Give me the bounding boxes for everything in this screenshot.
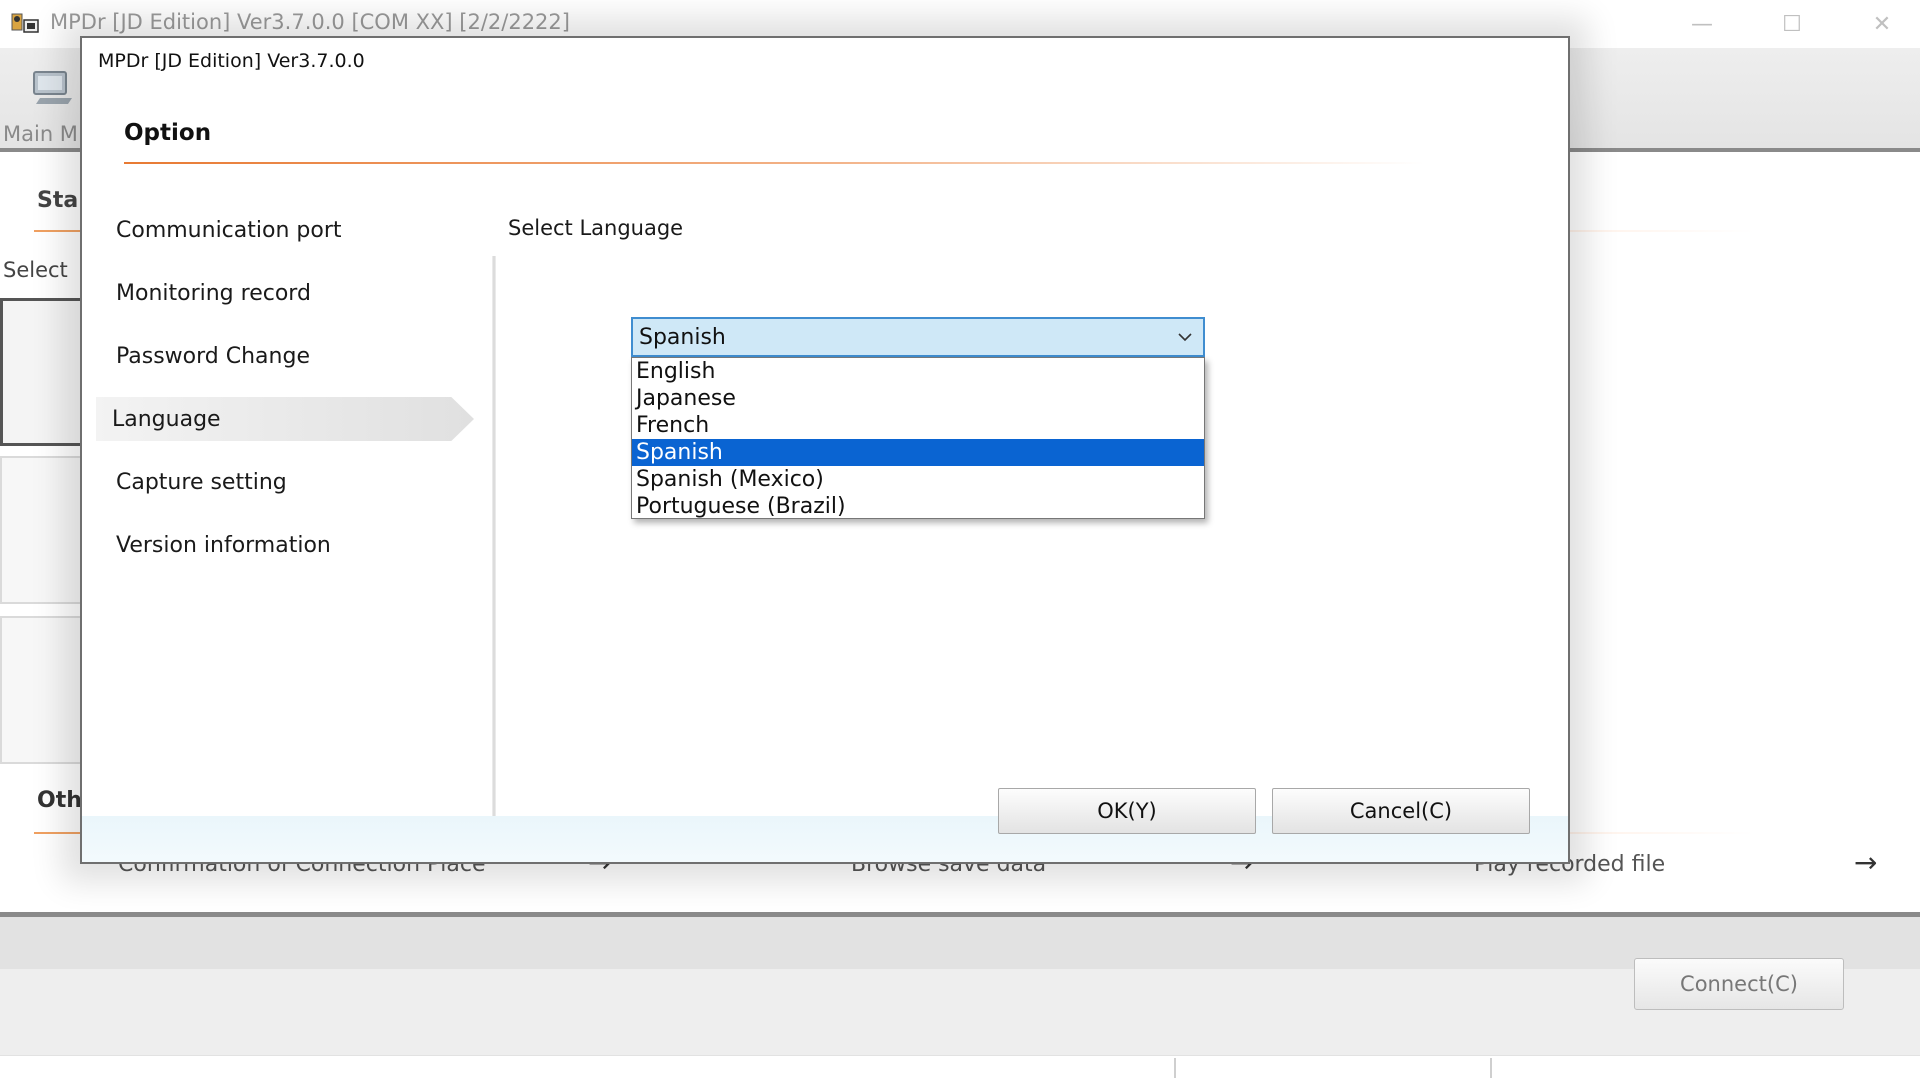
menu-item-communication-port[interactable]: Communication port [116, 208, 446, 252]
select-instruction: Select [3, 258, 68, 282]
minimize-button[interactable]: — [1672, 6, 1732, 42]
ribbon-main-menu-label[interactable]: Main M [3, 122, 78, 146]
cancel-button[interactable]: Cancel(C) [1272, 788, 1530, 834]
language-option-english[interactable]: English [632, 358, 1204, 385]
select-language-label: Select Language [508, 216, 684, 240]
connect-button[interactable]: Connect(C) [1634, 958, 1844, 1010]
language-combobox[interactable]: Spanish [631, 317, 1205, 357]
language-option-japanese[interactable]: Japanese [632, 385, 1204, 412]
other-section-heading: Oth [37, 788, 82, 813]
bottom-toolbar [0, 917, 1920, 1055]
maximize-button[interactable]: ☐ [1762, 6, 1822, 42]
close-button[interactable]: ✕ [1852, 6, 1912, 42]
app-window-title: MPDr [JD Edition] Ver3.7.0.0 [COM XX] [2… [50, 10, 570, 34]
dialog-header: Option [124, 120, 212, 146]
menu-item-capture-setting[interactable]: Capture setting [116, 460, 446, 504]
status-bar-separator [1174, 1058, 1176, 1078]
dialog-title: MPDr [JD Edition] Ver3.7.0.0 [98, 50, 365, 72]
start-card-3[interactable] [0, 616, 86, 764]
app-icon [11, 13, 39, 33]
ok-button[interactable]: OK(Y) [998, 788, 1256, 834]
status-bar [0, 1055, 1920, 1080]
dialog-header-divider [124, 162, 1424, 164]
status-bar-separator [1490, 1058, 1492, 1078]
menu-item-version-information[interactable]: Version information [116, 523, 446, 567]
computer-icon[interactable] [32, 68, 76, 108]
language-combobox-value: Spanish [639, 324, 726, 350]
arrow-right-icon[interactable]: → [1854, 846, 1877, 879]
start-card-2[interactable] [0, 456, 86, 604]
menu-item-language[interactable]: Language [96, 397, 474, 441]
language-dropdown-list: English Japanese French Spanish Spanish … [631, 357, 1205, 519]
language-option-spanish-mexico[interactable]: Spanish (Mexico) [632, 466, 1204, 493]
menu-item-monitoring-record[interactable]: Monitoring record [116, 271, 446, 315]
option-dialog: MPDr [JD Edition] Ver3.7.0.0 Option Comm… [80, 36, 1570, 864]
menu-item-password-change[interactable]: Password Change [116, 334, 446, 378]
language-option-spanish[interactable]: Spanish [632, 439, 1204, 466]
start-card-1[interactable] [0, 298, 86, 446]
language-option-portuguese-brazil[interactable]: Portuguese (Brazil) [632, 493, 1204, 520]
chevron-down-icon[interactable] [1175, 327, 1195, 347]
menu-separator [492, 256, 496, 816]
language-option-french[interactable]: French [632, 412, 1204, 439]
